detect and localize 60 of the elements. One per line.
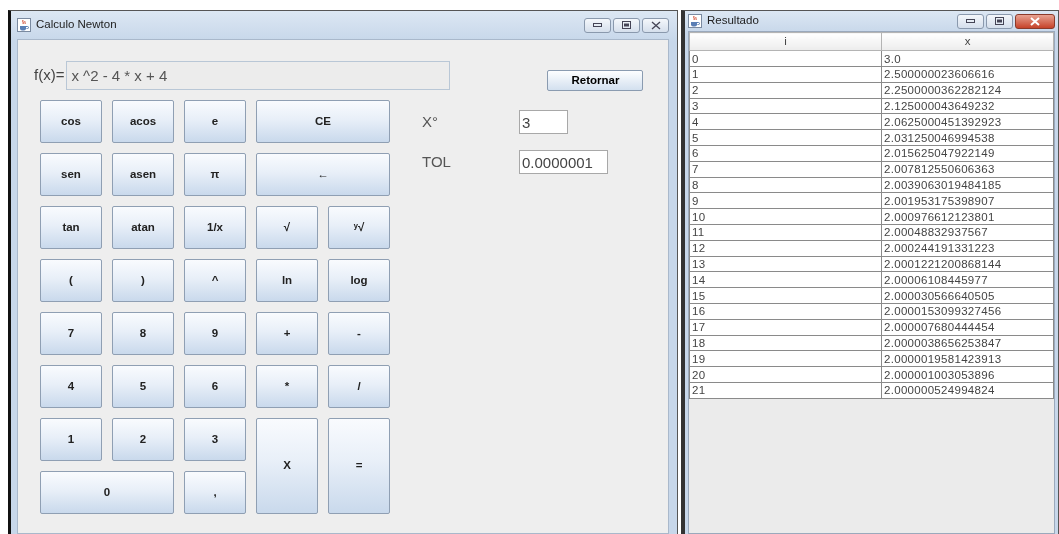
keypad-button[interactable]: ^: [184, 259, 246, 302]
keypad-button[interactable]: ln: [256, 259, 318, 302]
param-field[interactable]: 3: [519, 110, 568, 134]
maximize-icon: [995, 17, 1004, 25]
keypad-button[interactable]: sen: [40, 153, 102, 196]
keypad-button[interactable]: atan: [112, 206, 174, 249]
maximize-button[interactable]: [986, 13, 1013, 29]
function-label: f(x)=: [34, 65, 65, 86]
window-title: Calculo Newton: [36, 17, 117, 33]
keypad-button[interactable]: 2: [112, 418, 174, 461]
minimize-button[interactable]: [957, 13, 984, 29]
keypad-button[interactable]: asen: [112, 153, 174, 196]
keypad-button[interactable]: =: [328, 418, 390, 514]
keypad-button[interactable]: X: [256, 418, 318, 514]
maximize-icon: [622, 21, 631, 29]
minimize-icon: [593, 23, 602, 27]
keypad-button[interactable]: 4: [40, 365, 102, 408]
close-button[interactable]: [642, 17, 669, 33]
param-label: X°: [422, 111, 439, 132]
keypad-button[interactable]: 0: [40, 471, 174, 514]
keypad-button[interactable]: /: [328, 365, 390, 408]
keypad-button[interactable]: 6: [184, 365, 246, 408]
param-label: TOL: [422, 151, 452, 172]
keypad-button[interactable]: 1: [40, 418, 102, 461]
keypad-button[interactable]: ,: [184, 471, 246, 514]
keypad-button[interactable]: log: [328, 259, 390, 302]
keypad-button[interactable]: ): [112, 259, 174, 302]
keypad-button[interactable]: 7: [40, 312, 102, 355]
keypad-button[interactable]: (: [40, 259, 102, 302]
maximize-button[interactable]: [613, 17, 640, 33]
keypad-button[interactable]: 8: [112, 312, 174, 355]
keypad-button[interactable]: e: [184, 100, 246, 143]
close-button[interactable]: [1015, 13, 1055, 29]
minimize-icon: [966, 19, 975, 23]
keypad-button[interactable]: 1/x: [184, 206, 246, 249]
keypad-button[interactable]: -: [328, 312, 390, 355]
function-field[interactable]: x ^2 - 4 * x + 4: [66, 61, 451, 90]
keypad-button[interactable]: *: [256, 365, 318, 408]
keypad-button[interactable]: 3: [184, 418, 246, 461]
keypad-button[interactable]: 5: [112, 365, 174, 408]
keypad-button[interactable]: √: [256, 206, 318, 249]
keypad-button[interactable]: acos: [112, 100, 174, 143]
keypad-button[interactable]: cos: [40, 100, 102, 143]
keypad-button[interactable]: +: [256, 312, 318, 355]
keypad-button[interactable]: 9: [184, 312, 246, 355]
keypad-button[interactable]: tan: [40, 206, 102, 249]
column-header[interactable]: i: [689, 32, 882, 51]
keypad-button[interactable]: π: [184, 153, 246, 196]
param-field[interactable]: 0.0000001: [519, 150, 608, 174]
close-icon: [650, 20, 661, 30]
keypad-button[interactable]: ←: [256, 153, 390, 196]
minimize-button[interactable]: [584, 17, 611, 33]
keypad-button[interactable]: ʸ√: [328, 206, 390, 249]
window-title: Resultado: [707, 13, 759, 29]
keypad-button[interactable]: CE: [256, 100, 390, 143]
close-icon: [1030, 16, 1040, 26]
cup-icon: [688, 14, 702, 28]
column-header[interactable]: x: [881, 32, 1054, 51]
cup-icon: [17, 18, 31, 32]
return-button[interactable]: Retornar: [547, 70, 644, 91]
